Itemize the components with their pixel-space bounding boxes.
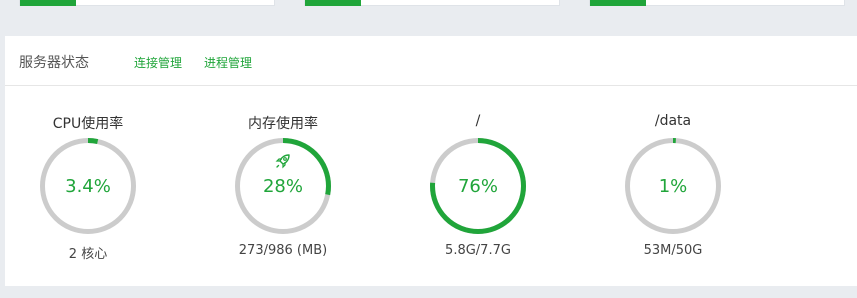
gauge-sub: 5.8G/7.7G (445, 243, 511, 258)
top-card-1 (19, 0, 275, 6)
gauge-sub: 53M/50G (643, 243, 703, 258)
server-status-panel: 服务器状态 连接管理 进程管理 CPU使用率 3.4% 2 核心 内存使用率 2… (5, 36, 857, 286)
gauge-sub: 273/986 (MB) (238, 243, 328, 258)
top-card-2 (304, 0, 560, 6)
rocket-icon[interactable] (274, 152, 292, 170)
root-disk-gauge[interactable]: / 76% 5.8G/7.7G (398, 86, 558, 286)
gauge-title: 内存使用率 (248, 116, 318, 132)
top-card-accent (305, 0, 361, 6)
panel-header: 服务器状态 连接管理 进程管理 (5, 36, 857, 86)
connection-management-link[interactable]: 连接管理 (134, 54, 182, 71)
gauge-title: / (475, 113, 481, 129)
gauge-title: /data (654, 113, 692, 129)
gauge-value: 1% (658, 176, 688, 197)
cpu-gauge[interactable]: CPU使用率 3.4% 2 核心 (8, 86, 168, 286)
top-card-accent (590, 0, 646, 6)
panel-title: 服务器状态 (19, 55, 89, 71)
gauge-value: 76% (457, 176, 498, 197)
memory-gauge[interactable]: 内存使用率 28% 273/986 (MB) (203, 86, 363, 286)
gauges-row: CPU使用率 3.4% 2 核心 内存使用率 28% 273/986 (MB) … (5, 86, 857, 286)
top-card-accent (20, 0, 76, 6)
top-cards-strip (0, 0, 857, 22)
process-management-link[interactable]: 进程管理 (204, 54, 252, 71)
data-disk-gauge[interactable]: /data 1% 53M/50G (593, 86, 753, 286)
top-card-3 (589, 0, 845, 6)
gauge-value: 3.4% (65, 176, 111, 197)
gauge-title: CPU使用率 (52, 116, 124, 132)
gauge-sub: 2 核心 (68, 247, 108, 262)
gauge-value: 28% (262, 176, 303, 197)
